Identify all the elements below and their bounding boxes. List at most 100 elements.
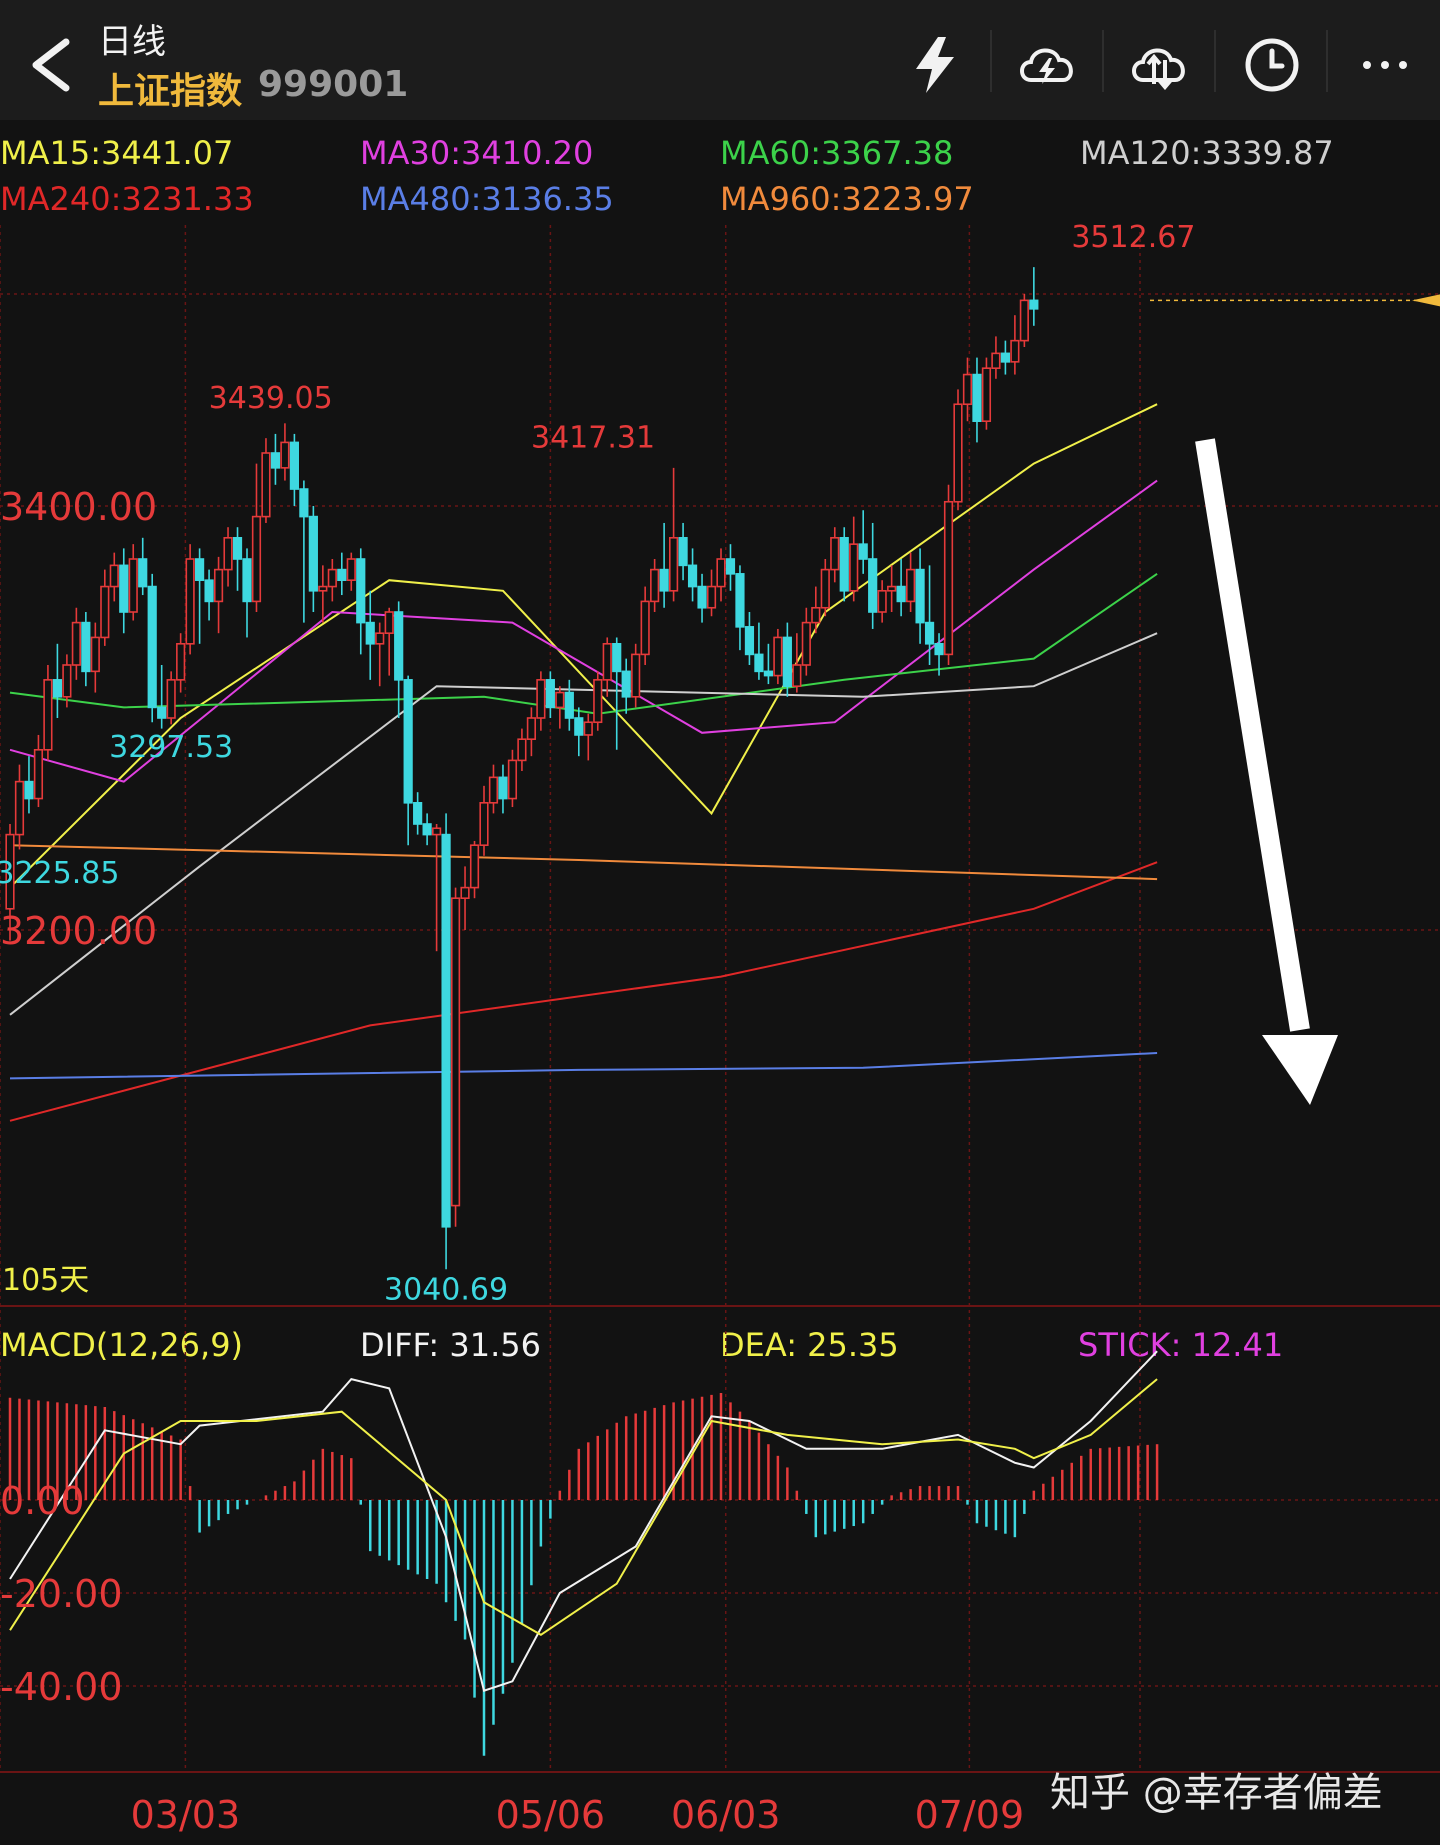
candle-body bbox=[43, 679, 53, 751]
candle-body bbox=[687, 564, 698, 588]
candle-body bbox=[24, 780, 34, 800]
candle-body bbox=[697, 585, 707, 609]
header-divider bbox=[1326, 30, 1328, 92]
candle-body bbox=[896, 585, 906, 603]
header-bar: 日线 上证指数 999001 bbox=[0, 0, 1440, 120]
back-button[interactable] bbox=[18, 30, 88, 100]
candle-body bbox=[375, 632, 385, 645]
candle-body bbox=[71, 621, 81, 666]
candle-body bbox=[176, 642, 186, 681]
candle-body bbox=[1029, 299, 1039, 310]
macd-y-axis-label: -20.00 bbox=[0, 1572, 123, 1616]
candle-body bbox=[185, 558, 195, 645]
candle-body bbox=[479, 801, 489, 846]
ma-line bbox=[9, 861, 1158, 1122]
price-annotation: 3040.69 bbox=[384, 1273, 508, 1308]
cloud-sync-button[interactable] bbox=[1124, 30, 1194, 100]
candle-body bbox=[612, 642, 622, 673]
candle-body bbox=[261, 452, 271, 518]
candle-body bbox=[602, 642, 612, 681]
candle-body bbox=[394, 611, 404, 681]
period-label: 日线 bbox=[98, 22, 166, 62]
candle-body bbox=[905, 568, 916, 603]
candle-body bbox=[422, 823, 432, 836]
candle-body bbox=[138, 558, 148, 588]
candle-body bbox=[213, 568, 224, 603]
candle-body bbox=[545, 679, 555, 709]
candle-body bbox=[811, 606, 821, 624]
candle-body bbox=[555, 691, 565, 709]
cloud-sync-icon bbox=[1132, 48, 1185, 90]
candle-body bbox=[792, 664, 802, 688]
candle-body bbox=[820, 568, 830, 609]
candle-body bbox=[299, 488, 309, 518]
candle-body bbox=[270, 452, 281, 469]
candle-body bbox=[507, 759, 518, 800]
candle-body bbox=[678, 536, 688, 567]
candle-body bbox=[289, 441, 300, 490]
candle-body bbox=[195, 558, 205, 582]
candle-body bbox=[934, 642, 944, 656]
candle-body bbox=[460, 886, 470, 899]
x-axis-label: 06/03 bbox=[671, 1793, 781, 1837]
more-button[interactable] bbox=[1350, 30, 1420, 100]
price-annotation: 3417.31 bbox=[531, 420, 655, 455]
candle-body bbox=[706, 585, 717, 609]
chart-area[interactable]: 3400.00 3200.00 3512.67 3439.05 3417.31 3297.… bbox=[0, 120, 1440, 1845]
clock-icon bbox=[1245, 38, 1299, 92]
candle-body bbox=[801, 621, 811, 666]
header-divider bbox=[990, 30, 992, 92]
lightning-button[interactable] bbox=[900, 30, 970, 100]
candle-body bbox=[346, 558, 356, 582]
candle-body bbox=[583, 721, 593, 736]
price-annotation: 3297.53 bbox=[109, 730, 233, 765]
cloud-lightning-button[interactable] bbox=[1012, 30, 1082, 100]
candle-body bbox=[469, 844, 480, 889]
candle-body bbox=[564, 691, 574, 719]
candle-body bbox=[782, 636, 792, 688]
macd-y-axis-label: -40.00 bbox=[0, 1665, 123, 1709]
candle-body bbox=[972, 373, 982, 422]
candle-body bbox=[621, 670, 631, 698]
candle-body bbox=[650, 568, 660, 603]
candle-body bbox=[924, 621, 935, 645]
price-annotation: 3225.85 bbox=[0, 856, 119, 891]
price-annotation: 3439.05 bbox=[209, 381, 333, 416]
candle-body bbox=[943, 500, 954, 656]
candle-body bbox=[280, 441, 290, 469]
candle-body bbox=[517, 738, 527, 762]
candle-body bbox=[232, 536, 243, 560]
candle-body bbox=[668, 536, 679, 592]
index-name: 上证指数 bbox=[98, 71, 243, 112]
header-divider bbox=[1214, 30, 1216, 92]
candle-body bbox=[915, 568, 925, 624]
candle-body bbox=[773, 636, 783, 677]
watermark: 知乎 @幸存者偏差 bbox=[1050, 1770, 1383, 1816]
y-axis-label: 3200.00 bbox=[0, 909, 157, 953]
more-icon bbox=[1363, 61, 1407, 69]
candle-body bbox=[242, 558, 252, 603]
candle-body bbox=[14, 780, 25, 836]
candle-body bbox=[109, 564, 119, 588]
candle-body bbox=[251, 515, 262, 603]
candle-body bbox=[337, 568, 347, 582]
candle-body bbox=[868, 558, 878, 613]
candle-body bbox=[450, 897, 461, 1207]
candle-body bbox=[147, 585, 157, 709]
index-code: 999001 bbox=[258, 64, 409, 105]
candle-body bbox=[744, 626, 755, 656]
candle-body bbox=[962, 373, 973, 406]
candle-body bbox=[90, 636, 100, 673]
candle-body bbox=[384, 611, 394, 635]
candle-body bbox=[877, 589, 887, 613]
macd-y-axis-label: 0.00 bbox=[0, 1479, 85, 1523]
cloud-lightning-icon bbox=[1020, 48, 1073, 84]
candle-body bbox=[204, 579, 214, 603]
period-days-label: 105天 bbox=[2, 1263, 89, 1298]
candle-body bbox=[119, 564, 129, 613]
history-button[interactable] bbox=[1237, 30, 1307, 100]
candle-body bbox=[735, 573, 745, 628]
candle-body bbox=[991, 352, 1001, 370]
candle-body bbox=[754, 653, 764, 673]
candle-body bbox=[365, 621, 375, 645]
